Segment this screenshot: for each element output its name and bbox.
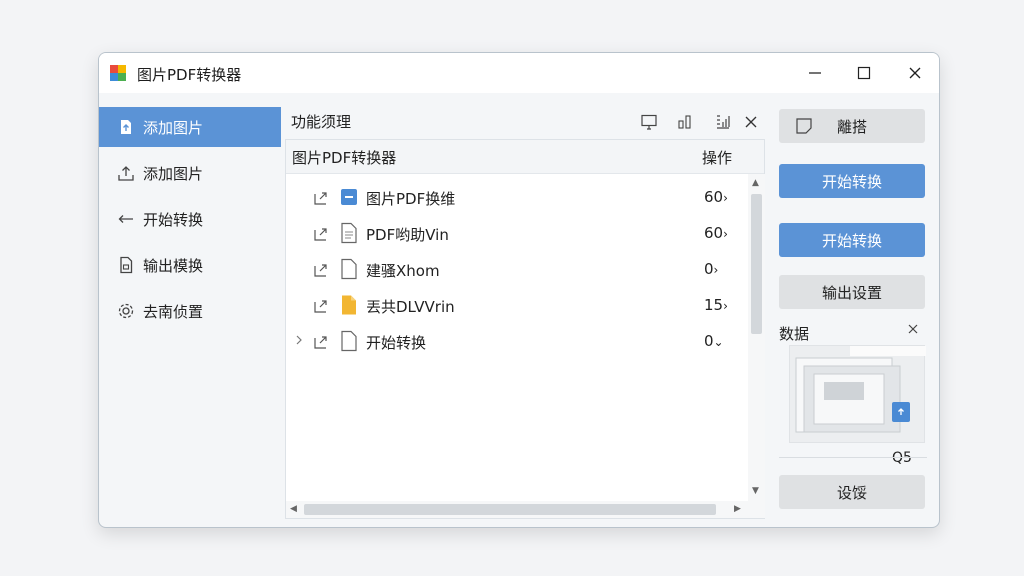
start-convert-button-label: 开始转换	[821, 231, 882, 250]
chevron-right-icon[interactable]	[294, 333, 306, 349]
sidebar-item-add-image-active[interactable]: 添加图片	[99, 107, 281, 147]
app-logo-icon	[109, 64, 127, 82]
share-icon[interactable]	[312, 188, 330, 206]
app-title: 图片PDF转换器	[137, 66, 242, 84]
sidebar-item-add-image[interactable]: 添加图片	[99, 153, 281, 193]
file-value: 0›	[704, 260, 719, 278]
start-convert-button[interactable]: 开始转换	[779, 164, 925, 198]
monitor-icon[interactable]	[639, 112, 659, 132]
vertical-scroll-thumb[interactable]	[751, 194, 762, 334]
minimize-icon	[809, 72, 821, 74]
file-name: PDF哟助Vin	[366, 226, 449, 244]
divider	[779, 457, 927, 458]
upload-badge-icon[interactable]	[892, 402, 910, 422]
document-icon	[117, 256, 135, 274]
column-header-name: 图片PDF转换器	[292, 149, 397, 167]
preview-panel: 数据 Q5	[779, 319, 927, 466]
blank-file-icon	[340, 330, 358, 352]
settings-button-label: 设馁	[836, 483, 867, 502]
column-header-operation: 操作	[702, 149, 733, 167]
sidebar-item-label: 去南侦置	[143, 302, 204, 321]
maximize-icon	[857, 66, 871, 80]
table-row[interactable]: 图片PDF换维 60›	[286, 180, 748, 216]
folder-file-icon	[340, 294, 358, 316]
note-button-label: 離搭	[836, 117, 867, 136]
preview-close-icon[interactable]	[905, 321, 921, 337]
table-row[interactable]: PDF哟助Vin 60›	[286, 216, 748, 252]
maximize-button[interactable]	[851, 61, 877, 85]
preview-label: 数据	[779, 325, 810, 343]
main-title: 功能须理	[291, 113, 352, 131]
upload-icon	[117, 164, 135, 182]
sidebar: 添加图片 添加图片 开始转换 输出模换 去南侦置	[99, 107, 281, 337]
file-name: 丟共DLVVrin	[366, 298, 455, 316]
share-icon[interactable]	[312, 296, 330, 314]
main-panel: 功能须理 图片PDF转换器 操作 图片PDF换维 60› PDF哟助Vin 60…	[285, 109, 765, 519]
start-convert-button-secondary[interactable]: 开始转换	[779, 223, 925, 257]
scroll-up-icon[interactable]: ▲	[752, 178, 759, 188]
table-row[interactable]: 建骚Xhom 0›	[286, 252, 748, 288]
share-icon[interactable]	[312, 260, 330, 278]
sidebar-item-start-convert[interactable]: 开始转换	[99, 199, 281, 239]
close-icon	[909, 67, 921, 79]
table-row[interactable]: 开始转换 0⌄	[286, 324, 748, 360]
document-icon	[340, 222, 358, 244]
preview-count: Q5	[892, 450, 912, 466]
file-name: 建骚Xhom	[366, 262, 440, 280]
grid-icon[interactable]	[713, 112, 733, 132]
table-header: 图片PDF转换器 操作	[286, 140, 764, 174]
output-settings-button[interactable]: 输出设置	[779, 275, 925, 309]
sidebar-item-label: 添加图片	[143, 164, 204, 183]
scroll-down-icon[interactable]: ▼	[752, 486, 759, 496]
blank-file-icon	[340, 258, 358, 280]
close-window-button[interactable]	[902, 61, 928, 85]
file-value: 0⌄	[704, 332, 724, 350]
sidebar-item-label: 开始转换	[143, 210, 204, 229]
document-preview-image	[795, 346, 926, 433]
scroll-left-icon[interactable]: ◀	[290, 504, 297, 514]
app-window: 图片PDF转换器 添加图片 添加图片 开始转换 输出模换 去南侦置 功能须理 图…	[98, 52, 940, 528]
settings-button[interactable]: 设馁	[779, 475, 925, 509]
preview-thumbnail[interactable]: Q5	[789, 345, 926, 466]
file-value: 60›	[704, 188, 728, 206]
horizontal-scroll-thumb[interactable]	[304, 504, 716, 515]
file-value: 15›	[704, 296, 728, 314]
main-toolbar: 功能须理	[285, 109, 765, 137]
title-bar: 图片PDF转换器	[99, 53, 939, 93]
image-file-icon	[340, 186, 358, 208]
gear-icon	[117, 302, 135, 320]
share-icon[interactable]	[312, 224, 330, 242]
sidebar-item-settings[interactable]: 去南侦置	[99, 291, 281, 331]
table-row[interactable]: 丟共DLVVrin 15›	[286, 288, 748, 324]
file-value: 60›	[704, 224, 728, 242]
file-name: 图片PDF换维	[366, 190, 456, 208]
arrow-left-icon	[117, 210, 135, 228]
scroll-right-icon[interactable]: ▶	[734, 504, 741, 514]
output-settings-button-label: 输出设置	[821, 283, 882, 302]
file-list-panel: 图片PDF转换器 操作 图片PDF换维 60› PDF哟助Vin 60› 建骚X…	[285, 139, 765, 519]
share-icon[interactable]	[312, 332, 330, 350]
minimize-button[interactable]	[802, 61, 828, 85]
start-convert-button-label: 开始转换	[821, 172, 882, 191]
sidebar-item-label: 添加图片	[143, 118, 204, 137]
vertical-scrollbar[interactable]: ▲ ▼	[748, 174, 765, 518]
file-name: 开始转换	[366, 334, 427, 352]
close-icon[interactable]	[741, 112, 761, 132]
sidebar-item-label: 输出模换	[143, 256, 204, 275]
horizontal-scrollbar[interactable]: ◀ ▶	[286, 501, 748, 518]
sidebar-item-output[interactable]: 输出模换	[99, 245, 281, 285]
bar-chart-icon[interactable]	[675, 112, 695, 132]
note-button[interactable]: 離搭	[779, 109, 925, 143]
note-icon	[795, 117, 813, 139]
upload-arrow-icon	[117, 118, 135, 136]
